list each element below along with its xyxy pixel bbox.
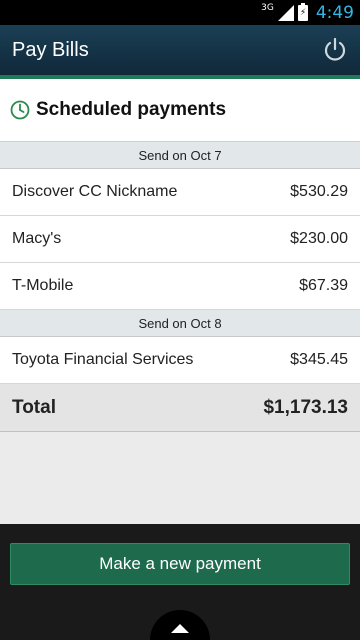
payment-row[interactable]: Toyota Financial Services $345.45 bbox=[0, 337, 360, 384]
payments-content: Scheduled payments Send on Oct 7 Discove… bbox=[0, 79, 360, 432]
payment-amount: $530.29 bbox=[290, 183, 348, 200]
payment-row[interactable]: Macy's $230.00 bbox=[0, 216, 360, 263]
section-title: Scheduled payments bbox=[36, 99, 227, 120]
power-icon[interactable] bbox=[322, 37, 348, 63]
payment-amount: $345.45 bbox=[290, 351, 348, 368]
clock-time: 4:49 bbox=[315, 2, 354, 23]
action-bar: Pay Bills bbox=[0, 25, 360, 75]
group-header-oct7: Send on Oct 7 bbox=[0, 142, 360, 169]
bottom-panel: Make a new payment bbox=[0, 524, 360, 640]
payee-name: Toyota Financial Services bbox=[12, 351, 194, 368]
payee-name: T-Mobile bbox=[12, 277, 74, 294]
total-amount: $1,173.13 bbox=[263, 396, 348, 418]
payment-amount: $67.39 bbox=[299, 277, 348, 294]
group-header-oct8: Send on Oct 8 bbox=[0, 310, 360, 337]
payment-amount: $230.00 bbox=[290, 230, 348, 247]
section-header: Scheduled payments bbox=[0, 79, 360, 142]
signal-icon bbox=[277, 4, 294, 21]
make-payment-button[interactable]: Make a new payment bbox=[10, 543, 350, 585]
clock-icon bbox=[10, 100, 30, 120]
total-label: Total bbox=[12, 396, 56, 418]
payee-name: Discover CC Nickname bbox=[12, 183, 178, 200]
status-bar: 3G ⚡ 4:49 bbox=[0, 0, 360, 25]
payee-name: Macy's bbox=[12, 230, 62, 247]
payment-row[interactable]: T-Mobile $67.39 bbox=[0, 263, 360, 310]
chevron-up-icon bbox=[171, 623, 189, 633]
payment-row[interactable]: Discover CC Nickname $530.29 bbox=[0, 169, 360, 216]
total-row: Total $1,173.13 bbox=[0, 384, 360, 432]
page-title: Pay Bills bbox=[12, 38, 89, 61]
battery-icon: ⚡ bbox=[297, 2, 308, 21]
drawer-handle[interactable] bbox=[150, 610, 210, 640]
network-type: 3G bbox=[261, 2, 274, 13]
